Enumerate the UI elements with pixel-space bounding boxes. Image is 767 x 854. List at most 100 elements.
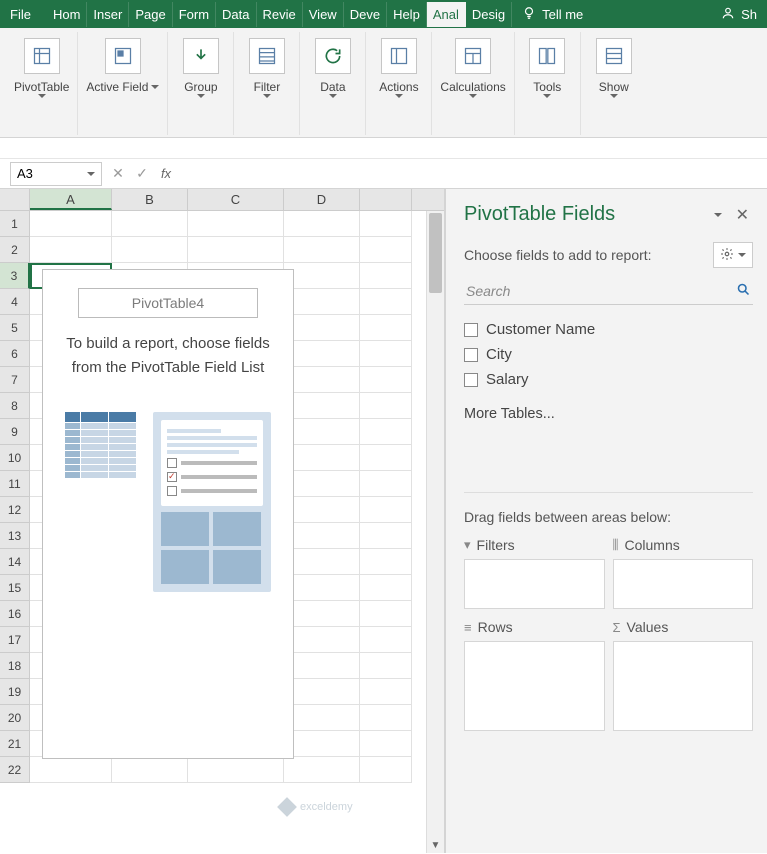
cell[interactable] <box>30 757 112 783</box>
formula-input[interactable] <box>178 162 767 186</box>
cell[interactable] <box>112 211 188 237</box>
row-header[interactable]: 17 <box>0 627 30 653</box>
row-header[interactable]: 9 <box>0 419 30 445</box>
ribbon-group-data[interactable]: Data <box>300 32 366 135</box>
cell[interactable] <box>360 237 412 263</box>
pane-dropdown-icon[interactable] <box>714 213 722 217</box>
enter-formula-button[interactable]: ✓ <box>130 162 154 186</box>
row-header[interactable]: 4 <box>0 289 30 315</box>
ribbon-group-pivottable[interactable]: PivotTable <box>6 32 78 135</box>
area-values-dropzone[interactable] <box>613 641 754 731</box>
cell[interactable] <box>360 627 412 653</box>
cell[interactable] <box>360 523 412 549</box>
tell-me[interactable]: Tell me <box>512 6 593 23</box>
ribbon-group-filter[interactable]: Filter <box>234 32 300 135</box>
pane-tools-button[interactable] <box>713 242 753 268</box>
row-header[interactable]: 11 <box>0 471 30 497</box>
checkbox[interactable] <box>464 323 478 337</box>
cell[interactable] <box>30 211 112 237</box>
cell[interactable] <box>284 471 360 497</box>
cell[interactable] <box>360 289 412 315</box>
cell[interactable] <box>360 757 412 783</box>
cell[interactable] <box>188 211 284 237</box>
cell[interactable] <box>284 731 360 757</box>
row-header[interactable]: 10 <box>0 445 30 471</box>
cell[interactable] <box>112 237 188 263</box>
column-header-blank[interactable] <box>360 189 412 210</box>
menu-review[interactable]: Revie <box>257 2 303 27</box>
area-filters-dropzone[interactable] <box>464 559 605 609</box>
cell[interactable] <box>284 393 360 419</box>
vertical-scrollbar[interactable]: ▲ ▼ <box>426 211 444 853</box>
menu-page-layout[interactable]: Page <box>129 2 172 27</box>
cell[interactable] <box>284 523 360 549</box>
column-header-d[interactable]: D <box>284 189 360 210</box>
cell[interactable] <box>360 679 412 705</box>
row-header[interactable]: 5 <box>0 315 30 341</box>
cell[interactable] <box>360 367 412 393</box>
cell[interactable] <box>188 237 284 263</box>
cell[interactable] <box>30 237 112 263</box>
row-header[interactable]: 1 <box>0 211 30 237</box>
ribbon-group-actions[interactable]: Actions <box>366 32 432 135</box>
row-header[interactable]: 18 <box>0 653 30 679</box>
cell[interactable] <box>360 263 412 289</box>
cell[interactable] <box>360 445 412 471</box>
field-search-input[interactable] <box>466 283 736 299</box>
column-header-b[interactable]: B <box>112 189 188 210</box>
cell[interactable] <box>284 211 360 237</box>
cell[interactable] <box>188 757 284 783</box>
row-header[interactable]: 15 <box>0 575 30 601</box>
cell[interactable] <box>284 497 360 523</box>
area-rows-dropzone[interactable] <box>464 641 605 731</box>
cell[interactable] <box>284 263 360 289</box>
cancel-formula-button[interactable]: ✕ <box>106 162 130 186</box>
scroll-down-icon[interactable]: ▼ <box>427 837 444 853</box>
area-filters[interactable]: ▾Filters <box>464 535 605 609</box>
cell[interactable] <box>112 757 188 783</box>
cell[interactable] <box>360 601 412 627</box>
column-header-c[interactable]: C <box>188 189 284 210</box>
cell[interactable] <box>360 705 412 731</box>
ribbon-group-group[interactable]: Group <box>168 32 234 135</box>
field-item-salary[interactable]: Salary <box>464 367 753 392</box>
menu-home[interactable]: Hom <box>47 2 87 27</box>
row-header[interactable]: 22 <box>0 757 30 783</box>
cell[interactable] <box>284 341 360 367</box>
row-header[interactable]: 19 <box>0 679 30 705</box>
insert-function-button[interactable]: fx <box>154 162 178 186</box>
row-header[interactable]: 2 <box>0 237 30 263</box>
ribbon-group-calculations[interactable]: Calculations <box>432 32 514 135</box>
area-columns-dropzone[interactable] <box>613 559 754 609</box>
row-header[interactable]: 21 <box>0 731 30 757</box>
pivottable-placeholder[interactable]: PivotTable4 To build a report, choose fi… <box>42 269 294 759</box>
cell[interactable] <box>360 315 412 341</box>
field-item-city[interactable]: City <box>464 342 753 367</box>
ribbon-group-show[interactable]: Show <box>581 32 647 135</box>
close-pane-button[interactable]: ✕ <box>732 205 753 225</box>
cell[interactable] <box>360 653 412 679</box>
cell[interactable] <box>284 445 360 471</box>
ribbon-group-tools[interactable]: Tools <box>515 32 581 135</box>
share-button[interactable]: Sh <box>715 6 763 23</box>
cell[interactable] <box>284 757 360 783</box>
cell[interactable] <box>284 419 360 445</box>
cell[interactable] <box>284 653 360 679</box>
row-header[interactable]: 14 <box>0 549 30 575</box>
ribbon-group-active-field[interactable]: Active Field <box>78 32 168 135</box>
select-all-corner[interactable] <box>0 189 30 210</box>
menu-help[interactable]: Help <box>387 2 427 27</box>
cell[interactable] <box>284 289 360 315</box>
row-header[interactable]: 3 <box>0 263 30 289</box>
cell[interactable] <box>360 393 412 419</box>
row-header[interactable]: 12 <box>0 497 30 523</box>
scrollbar-thumb[interactable] <box>429 213 442 293</box>
cell[interactable] <box>284 627 360 653</box>
column-header-a[interactable]: A <box>30 189 112 210</box>
cell[interactable] <box>360 471 412 497</box>
menu-view[interactable]: View <box>303 2 344 27</box>
cell[interactable] <box>284 367 360 393</box>
field-item-customer-name[interactable]: Customer Name <box>464 317 753 342</box>
cell[interactable] <box>284 705 360 731</box>
more-tables-link[interactable]: More Tables... <box>464 406 753 422</box>
